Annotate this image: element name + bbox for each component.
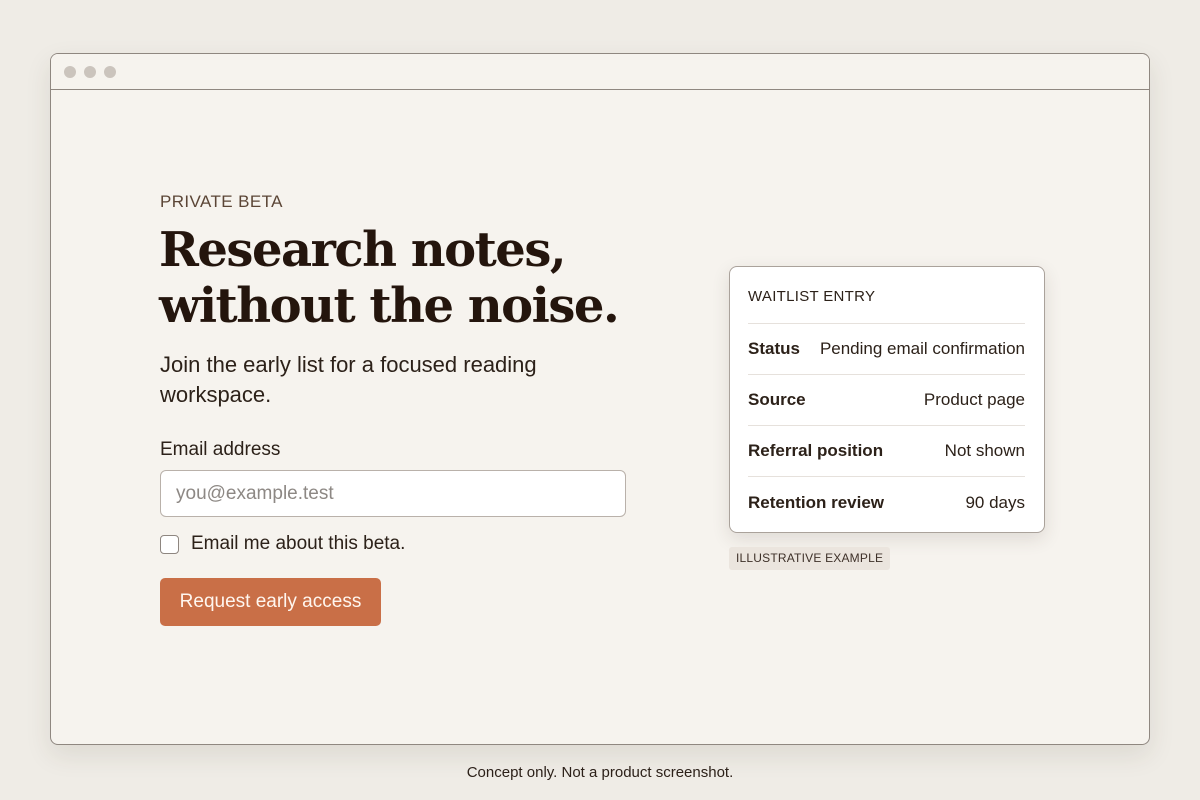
row-key: Status (748, 339, 800, 358)
footer-note: Concept only. Not a product screenshot. (466, 764, 734, 781)
card-row: Status Pending email confirmation (748, 324, 1025, 375)
browser-window: PRIVATE BETA Research notes, without the… (50, 53, 1150, 745)
window-control-dot[interactable] (84, 66, 96, 78)
window-control-dot[interactable] (104, 66, 116, 78)
page-headline: Research notes, without the noise. (159, 222, 679, 334)
window-titlebar (51, 54, 1149, 90)
email-input[interactable] (160, 470, 626, 517)
request-access-button[interactable]: Request early access (160, 578, 381, 626)
row-key: Source (748, 390, 806, 409)
row-value: Product page (923, 390, 1025, 409)
row-key: Referral position (748, 441, 884, 460)
card-title: WAITLIST ENTRY (748, 267, 1025, 324)
window-control-dot[interactable] (64, 66, 76, 78)
opt-in-row[interactable]: Email me about this beta. (160, 533, 405, 555)
opt-in-label[interactable]: Email me about this beta. (191, 533, 405, 555)
card-row: Retention review 90 days (748, 477, 1025, 528)
email-field-label: Email address (160, 439, 281, 460)
card-row: Referral position Not shown (748, 426, 1025, 477)
row-value: Pending email confirmation (819, 339, 1025, 358)
page-subhead: Join the early list for a focused readin… (160, 352, 537, 407)
opt-in-checkbox[interactable] (160, 534, 179, 554)
headline-line: Research notes, (159, 222, 567, 278)
eyebrow-label: PRIVATE BETA (160, 192, 283, 211)
row-value: 90 days (965, 492, 1025, 512)
waitlist-entry-card: WAITLIST ENTRY Status Pending email conf… (729, 266, 1045, 533)
card-row: Source Product page (748, 375, 1025, 426)
headline-line: without the noise. (159, 278, 620, 334)
illustrative-tag: ILLUSTRATIVE EXAMPLE (729, 547, 891, 570)
row-value: Not shown (944, 441, 1025, 460)
row-key: Retention review (748, 492, 885, 512)
